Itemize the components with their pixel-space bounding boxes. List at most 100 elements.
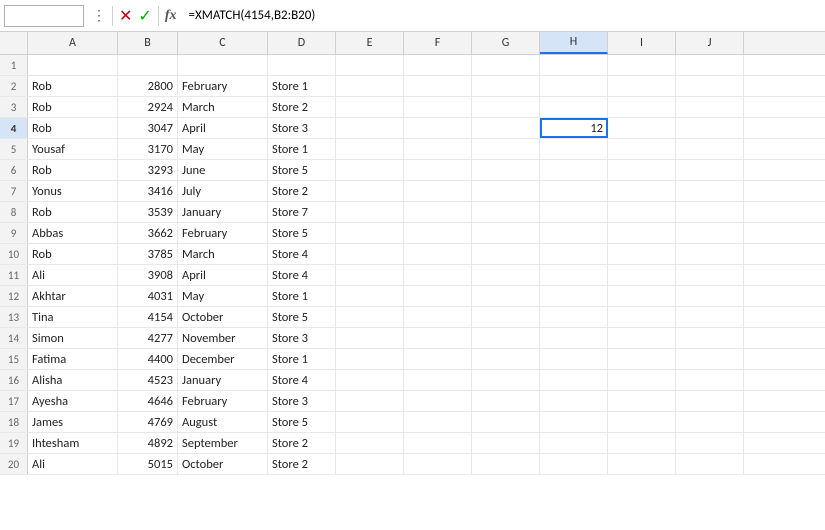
cell[interactable]	[472, 139, 540, 159]
cell[interactable]	[540, 55, 608, 75]
cell[interactable]: 4769	[118, 412, 178, 432]
cell[interactable]	[608, 97, 676, 117]
cell[interactable]	[540, 454, 608, 474]
cell[interactable]: Store 4	[268, 244, 336, 264]
cell[interactable]	[472, 370, 540, 390]
cell[interactable]: Yonus	[28, 181, 118, 201]
cell[interactable]	[336, 433, 404, 453]
cell[interactable]: 3293	[118, 160, 178, 180]
cell[interactable]	[676, 265, 744, 285]
cell[interactable]	[608, 265, 676, 285]
cell[interactable]: Store 3	[268, 391, 336, 411]
cell[interactable]: Simon	[28, 328, 118, 348]
cell[interactable]	[540, 202, 608, 222]
cell[interactable]	[404, 139, 472, 159]
cell[interactable]	[404, 160, 472, 180]
cell[interactable]	[676, 391, 744, 411]
col-header-b[interactable]: B	[118, 32, 178, 54]
cell[interactable]: October	[178, 307, 268, 327]
cell[interactable]: Store 5	[268, 160, 336, 180]
cell[interactable]	[268, 55, 336, 75]
cell[interactable]	[608, 118, 676, 138]
cell[interactable]	[608, 433, 676, 453]
cell[interactable]: May	[178, 286, 268, 306]
cell[interactable]: Ali	[28, 265, 118, 285]
cell[interactable]	[608, 55, 676, 75]
cell[interactable]	[336, 118, 404, 138]
cell[interactable]	[336, 328, 404, 348]
cell[interactable]	[676, 223, 744, 243]
cell[interactable]	[336, 223, 404, 243]
cell[interactable]	[472, 160, 540, 180]
cell[interactable]	[472, 454, 540, 474]
cell[interactable]	[404, 76, 472, 96]
cell[interactable]: 12	[540, 118, 608, 138]
cell[interactable]	[540, 223, 608, 243]
cell[interactable]	[608, 412, 676, 432]
cell[interactable]	[608, 307, 676, 327]
cell[interactable]	[336, 55, 404, 75]
cell[interactable]: Store 2	[268, 433, 336, 453]
cell[interactable]	[608, 370, 676, 390]
cell[interactable]	[676, 349, 744, 369]
cell[interactable]: Store 4	[268, 370, 336, 390]
cell[interactable]	[336, 370, 404, 390]
cell[interactable]	[336, 202, 404, 222]
col-header-a[interactable]: A	[28, 32, 118, 54]
cell[interactable]: August	[178, 412, 268, 432]
col-header-d[interactable]: D	[268, 32, 336, 54]
cell[interactable]: June	[178, 160, 268, 180]
cell[interactable]	[608, 349, 676, 369]
cell[interactable]: 2800	[118, 76, 178, 96]
col-header-i[interactable]: I	[608, 32, 676, 54]
cell[interactable]: 4154	[118, 307, 178, 327]
cell[interactable]: Ali	[28, 454, 118, 474]
cell[interactable]	[472, 55, 540, 75]
cell[interactable]	[472, 76, 540, 96]
cell[interactable]	[404, 286, 472, 306]
cell[interactable]: Store 5	[268, 223, 336, 243]
cell[interactable]	[404, 433, 472, 453]
cell[interactable]	[472, 118, 540, 138]
cell[interactable]	[540, 412, 608, 432]
cell[interactable]	[404, 412, 472, 432]
cell[interactable]	[404, 55, 472, 75]
cell[interactable]	[472, 202, 540, 222]
cell[interactable]: Store 1	[268, 349, 336, 369]
cell[interactable]: February	[178, 391, 268, 411]
cell[interactable]: 4277	[118, 328, 178, 348]
cell[interactable]	[540, 244, 608, 264]
cell[interactable]: 4031	[118, 286, 178, 306]
cell[interactable]	[472, 412, 540, 432]
cell[interactable]	[336, 391, 404, 411]
cell[interactable]	[404, 181, 472, 201]
cell[interactable]	[608, 181, 676, 201]
cell[interactable]: Store 1	[268, 286, 336, 306]
cell[interactable]	[676, 412, 744, 432]
cell[interactable]: Store 2	[268, 181, 336, 201]
cell[interactable]: Rob	[28, 244, 118, 264]
cell[interactable]: 4892	[118, 433, 178, 453]
cell[interactable]	[608, 328, 676, 348]
cell[interactable]	[472, 328, 540, 348]
cell[interactable]	[336, 139, 404, 159]
cell[interactable]	[472, 349, 540, 369]
cell[interactable]	[676, 433, 744, 453]
cell[interactable]: 5015	[118, 454, 178, 474]
cell[interactable]	[404, 391, 472, 411]
cell[interactable]	[676, 244, 744, 264]
cell[interactable]: 4400	[118, 349, 178, 369]
cell[interactable]	[608, 76, 676, 96]
cell[interactable]: 3539	[118, 202, 178, 222]
col-header-e[interactable]: E	[336, 32, 404, 54]
cell[interactable]: 3170	[118, 139, 178, 159]
cell[interactable]: January	[178, 202, 268, 222]
cell[interactable]: Ihtesham	[28, 433, 118, 453]
cell[interactable]: Store 3	[268, 118, 336, 138]
cell[interactable]: May	[178, 139, 268, 159]
cell[interactable]: Store 5	[268, 307, 336, 327]
cell[interactable]	[676, 97, 744, 117]
cell[interactable]	[676, 181, 744, 201]
cancel-icon[interactable]: ✕	[119, 6, 132, 26]
cell[interactable]	[540, 307, 608, 327]
